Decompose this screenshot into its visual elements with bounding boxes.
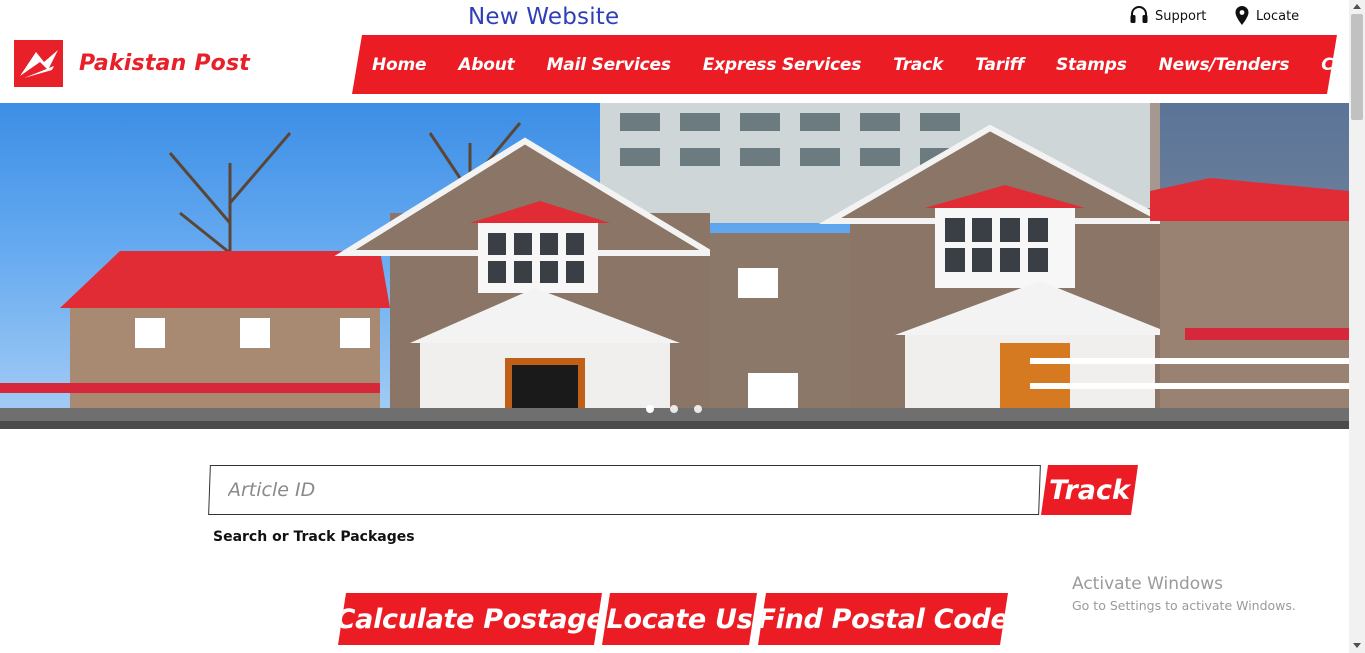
nav-track[interactable]: Track bbox=[893, 55, 943, 75]
activate-windows-watermark: Activate Windows Go to Settings to activ… bbox=[1072, 574, 1296, 613]
nav-stamps[interactable]: Stamps bbox=[1056, 55, 1127, 75]
track-button[interactable]: Track bbox=[1041, 465, 1138, 515]
scroll-down-icon[interactable] bbox=[1353, 643, 1361, 648]
support-link[interactable]: Support bbox=[1129, 4, 1206, 28]
carousel-dot-1[interactable] bbox=[646, 405, 654, 413]
hero-carousel[interactable] bbox=[0, 103, 1349, 429]
pakistan-post-logo-icon bbox=[14, 40, 63, 87]
find-postal-code-button[interactable]: Find Postal Code bbox=[758, 593, 1008, 645]
scroll-up-icon[interactable] bbox=[1353, 4, 1361, 9]
watermark-title: Activate Windows bbox=[1072, 574, 1223, 594]
carousel-dot-3[interactable] bbox=[694, 405, 702, 413]
watermark-subtitle: Go to Settings to activate Windows. bbox=[1072, 598, 1296, 613]
new-website-banner[interactable]: New Website bbox=[468, 4, 619, 30]
nav-about[interactable]: About bbox=[458, 55, 514, 75]
carousel-dot-2[interactable] bbox=[670, 405, 678, 413]
scroll-thumb[interactable] bbox=[1351, 14, 1363, 120]
locate-link[interactable]: Locate bbox=[1234, 4, 1299, 28]
map-pin-icon bbox=[1234, 5, 1250, 27]
calculate-postage-button[interactable]: Calculate Postage bbox=[338, 593, 602, 645]
locate-us-button[interactable]: Locate Us bbox=[602, 593, 757, 645]
locate-label: Locate bbox=[1256, 8, 1300, 24]
page-scrollbar[interactable] bbox=[1349, 0, 1365, 653]
article-id-input[interactable] bbox=[210, 466, 1039, 514]
support-label: Support bbox=[1155, 8, 1207, 24]
carousel-indicators bbox=[646, 405, 702, 413]
headset-icon bbox=[1129, 5, 1149, 27]
track-caption: Search or Track Packages bbox=[213, 529, 415, 545]
article-id-field bbox=[208, 465, 1041, 515]
nav-tariff[interactable]: Tariff bbox=[975, 55, 1024, 75]
hero-image bbox=[0, 103, 1349, 429]
nav-home[interactable]: Home bbox=[372, 55, 427, 75]
main-nav: Home About Mail Services Express Service… bbox=[352, 35, 1337, 94]
nav-mail-services[interactable]: Mail Services bbox=[547, 55, 671, 75]
logo-text: Pakistan Post bbox=[79, 51, 250, 76]
site-logo[interactable]: Pakistan Post bbox=[14, 40, 250, 87]
nav-express-services[interactable]: Express Services bbox=[703, 55, 862, 75]
nav-news-tenders[interactable]: News/Tenders bbox=[1159, 55, 1290, 75]
